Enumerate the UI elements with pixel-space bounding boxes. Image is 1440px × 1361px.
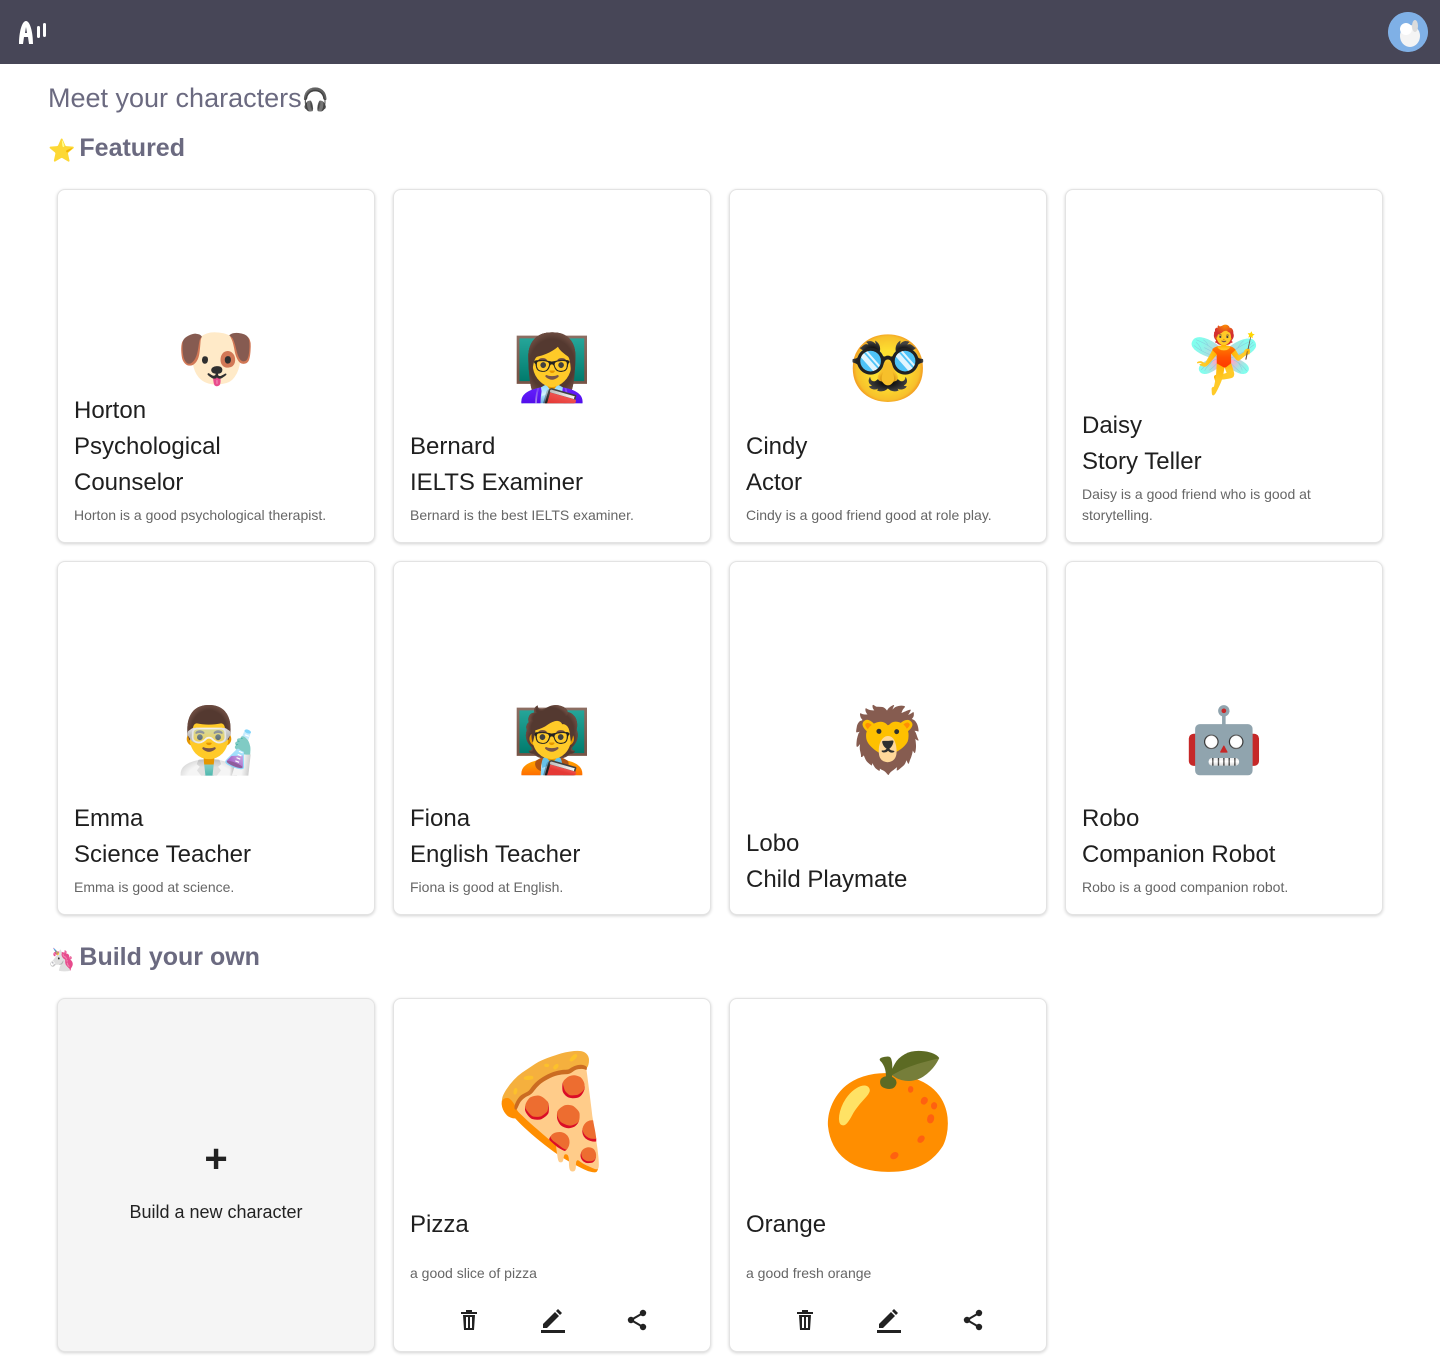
page-title: Meet your characters🎧 <box>48 80 329 118</box>
pizza-icon: 🍕 <box>483 1050 621 1173</box>
unicorn-icon: 🦄 <box>48 947 76 972</box>
top-bar <box>0 0 1440 64</box>
pencil-icon[interactable] <box>874 1305 904 1335</box>
character-description: Horton is a good psychological therapist… <box>74 507 327 523</box>
character-card-daisy[interactable]: 🧚 Daisy Story Teller Daisy is a good fri… <box>1065 189 1383 543</box>
character-description: Fiona is good at English. <box>410 879 564 895</box>
card-actions <box>394 1305 710 1335</box>
featured-heading: ⭐ Featured <box>48 131 185 168</box>
character-description: a good slice of pizza <box>410 1265 537 1281</box>
character-name: Cindy <box>746 433 808 460</box>
orange-icon: 🍊 <box>819 1050 957 1173</box>
robot-icon: 🤖 <box>1184 704 1264 776</box>
disguise-face-icon: 🥸 <box>848 332 928 404</box>
character-name: Robo <box>1082 805 1140 832</box>
teacher-icon: 🧑‍🏫 <box>512 704 592 776</box>
card-actions <box>730 1305 1046 1335</box>
character-description: Cindy is a good friend good at role play… <box>746 507 992 523</box>
character-name: Horton <box>74 397 147 424</box>
character-description: Robo is a good companion robot. <box>1082 879 1289 895</box>
dog-icon: 🐶 <box>176 322 256 394</box>
share-icon[interactable] <box>958 1305 988 1335</box>
character-description: Daisy is a good friend who is good at st… <box>1082 486 1311 523</box>
build-new-character-label: Build a new character <box>129 1202 303 1222</box>
build-heading-text: Build your own <box>79 943 260 971</box>
character-card-fiona[interactable]: 🧑‍🏫 Fiona English Teacher Fiona is good … <box>393 561 711 915</box>
character-role: Actor <box>746 469 803 496</box>
character-name: Emma <box>74 805 144 832</box>
star-icon: ⭐ <box>48 138 76 163</box>
custom-character-card-pizza[interactable]: 🍕 Pizza a good slice of pizza <box>393 998 711 1352</box>
character-role: Story Teller <box>1082 448 1202 475</box>
logo-icon[interactable] <box>17 18 49 46</box>
character-name: Daisy <box>1082 412 1143 439</box>
share-icon[interactable] <box>622 1305 652 1335</box>
character-name: Orange <box>746 1211 827 1238</box>
character-description: Emma is good at science. <box>74 879 235 895</box>
character-role: IELTS Examiner <box>410 469 583 496</box>
plus-icon: + <box>204 1137 228 1181</box>
custom-character-card-orange[interactable]: 🍊 Orange a good fresh orange <box>729 998 1047 1352</box>
headphones-icon: 🎧 <box>301 86 330 112</box>
character-role: Companion Robot <box>1082 841 1276 868</box>
scientist-icon: 👨‍🔬 <box>176 704 256 776</box>
character-card-emma[interactable]: 👨‍🔬 Emma Science Teacher Emma is good at… <box>57 561 375 915</box>
build-heading: 🦄 Build your own <box>48 940 260 977</box>
character-card-lobo[interactable]: 🦁 Lobo Child Playmate <box>729 561 1047 915</box>
featured-heading-text: Featured <box>79 134 185 162</box>
trash-icon[interactable] <box>454 1305 484 1335</box>
fairy-icon: 🧚 <box>1184 324 1264 396</box>
character-description: Bernard is the best IELTS examiner. <box>410 507 634 523</box>
character-name: Lobo <box>746 830 800 857</box>
character-role: Child Playmate <box>746 866 908 893</box>
character-card-cindy[interactable]: 🥸 Cindy Actor Cindy is a good friend goo… <box>729 189 1047 543</box>
character-card-bernard[interactable]: 👩‍🏫 Bernard IELTS Examiner Bernard is th… <box>393 189 711 543</box>
build-new-character-button[interactable]: + Build a new character <box>57 998 375 1352</box>
lion-icon: 🦁 <box>848 704 928 776</box>
character-role: English Teacher <box>410 841 581 868</box>
character-description: a good fresh orange <box>746 1265 872 1281</box>
character-name: Fiona <box>410 805 471 832</box>
pencil-icon[interactable] <box>538 1305 568 1335</box>
character-role: Psychological Counselor <box>74 433 221 496</box>
character-name: Pizza <box>410 1211 469 1238</box>
avatar-icon[interactable] <box>1388 12 1428 52</box>
teacher-icon: 👩‍🏫 <box>512 332 592 404</box>
trash-icon[interactable] <box>790 1305 820 1335</box>
character-name: Bernard <box>410 433 496 460</box>
character-role: Science Teacher <box>74 841 251 868</box>
page-title-text: Meet your characters <box>48 83 302 113</box>
character-card-horton[interactable]: 🐶 Horton Psychological Counselor Horton … <box>57 189 375 543</box>
character-card-robo[interactable]: 🤖 Robo Companion Robot Robo is a good co… <box>1065 561 1383 915</box>
